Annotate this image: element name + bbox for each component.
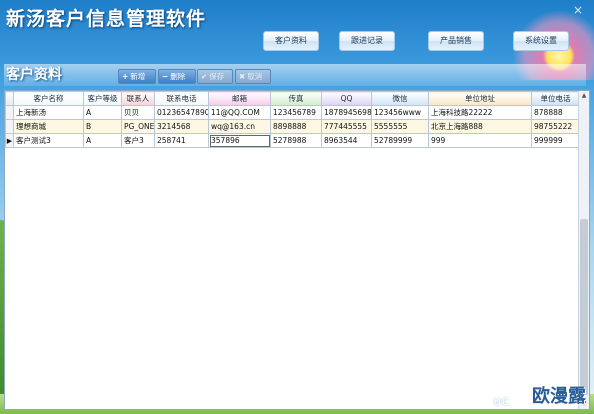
- app-title: 新汤客户信息管理软件: [6, 8, 207, 30]
- table-row[interactable]: 理想商城 B PG_ONE 3214568 wq@163.cn 8898888 …: [5, 119, 580, 134]
- check-icon: ✔: [201, 72, 208, 81]
- cell-wechat[interactable]: 52789999: [371, 133, 429, 148]
- close-icon[interactable]: ×: [570, 2, 586, 18]
- watermark-sub: UC: [493, 397, 510, 408]
- cell-company-phone[interactable]: 98755222: [531, 119, 580, 134]
- cancel-button-label: 取消: [247, 72, 263, 81]
- cell-customer-name[interactable]: 上海新汤: [13, 105, 84, 120]
- column-header-customer-name[interactable]: 客户名称: [13, 91, 84, 106]
- cell-contact[interactable]: 客户3: [121, 133, 155, 148]
- cell-qq[interactable]: 8963544: [321, 133, 372, 148]
- vertical-scrollbar[interactable]: ▲ ▼: [578, 91, 589, 409]
- cell-address[interactable]: 上海科技路22222: [428, 105, 532, 120]
- cell-fax[interactable]: 8898888: [270, 119, 322, 134]
- row-header-corner: [5, 91, 14, 106]
- column-header-phone[interactable]: 联系电话: [154, 91, 209, 106]
- cell-email[interactable]: 11@QQ.COM: [208, 105, 271, 120]
- table-header-row: 客户名称 客户等级 联系人 联系电话 邮箱 传真 QQ 微信 单位地址 单位电话: [5, 91, 580, 106]
- column-header-contact[interactable]: 联系人: [121, 91, 155, 106]
- cell-customer-name[interactable]: 理想商城: [13, 119, 84, 134]
- cancel-button[interactable]: ✖ 取消: [235, 69, 271, 84]
- cell-contact[interactable]: PG_ONE: [121, 119, 155, 134]
- column-header-fax[interactable]: 传真: [270, 91, 322, 106]
- cell-email-selected[interactable]: 357896: [208, 133, 271, 148]
- column-header-customer-level[interactable]: 客户等级: [83, 91, 122, 106]
- save-button[interactable]: ✔ 保存: [197, 69, 233, 84]
- cell-phone[interactable]: 01236547890: [154, 105, 209, 120]
- row-marker[interactable]: [5, 105, 14, 120]
- table-row[interactable]: 上海新汤 A 贝贝 01236547890 11@QQ.COM 12345678…: [5, 105, 580, 120]
- cell-fax[interactable]: 123456789: [270, 105, 322, 120]
- cell-wechat[interactable]: 5555555: [371, 119, 429, 134]
- current-row-arrow-icon[interactable]: ▶: [5, 133, 14, 148]
- column-header-address[interactable]: 单位地址: [428, 91, 532, 106]
- watermark-logo: 欧漫露: [532, 386, 586, 407]
- top-navigation: 客户资料 跟进记录 产品销售 系统设置: [0, 31, 594, 53]
- cell-phone[interactable]: 258741: [154, 133, 209, 148]
- cell-email[interactable]: wq@163.cn: [208, 119, 271, 134]
- cell-contact[interactable]: 贝贝: [121, 105, 155, 120]
- row-marker[interactable]: [5, 119, 14, 134]
- cell-customer-level[interactable]: B: [83, 119, 122, 134]
- delete-button[interactable]: − 删除: [158, 69, 196, 84]
- cell-qq[interactable]: 777445555: [321, 119, 372, 134]
- section-title: 客户资料: [6, 67, 62, 83]
- cell-wechat[interactable]: 123456www: [371, 105, 429, 120]
- x-icon: ✖: [239, 72, 246, 81]
- nav-system-settings-button[interactable]: 系统设置: [513, 31, 569, 51]
- cell-address[interactable]: 999: [428, 133, 532, 148]
- cell-address[interactable]: 北京上海路888: [428, 119, 532, 134]
- add-button[interactable]: + 新增: [118, 69, 156, 84]
- scroll-up-icon[interactable]: ▲: [579, 91, 589, 101]
- column-header-wechat[interactable]: 微信: [371, 91, 429, 106]
- customer-grid: 客户名称 客户等级 联系人 联系电话 邮箱 传真 QQ 微信 单位地址 单位电话…: [4, 90, 590, 410]
- cell-customer-level[interactable]: A: [83, 105, 122, 120]
- nav-follow-up-button[interactable]: 跟进记录: [339, 31, 395, 51]
- delete-button-label: 删除: [170, 72, 186, 81]
- plus-icon: +: [122, 72, 129, 81]
- cell-phone[interactable]: 3214568: [154, 119, 209, 134]
- nav-customer-info-button[interactable]: 客户资料: [263, 31, 319, 51]
- column-header-email[interactable]: 邮箱: [208, 91, 271, 106]
- column-header-company-phone[interactable]: 单位电话: [531, 91, 580, 106]
- save-button-label: 保存: [209, 72, 225, 81]
- cell-customer-name[interactable]: 客户测试3: [13, 133, 84, 148]
- section-header-bar: [4, 64, 586, 86]
- cell-fax[interactable]: 5278988: [270, 133, 322, 148]
- scrollbar-thumb[interactable]: [580, 219, 588, 395]
- customer-table: 客户名称 客户等级 联系人 联系电话 邮箱 传真 QQ 微信 单位地址 单位电话…: [5, 91, 580, 148]
- add-button-label: 新增: [130, 72, 146, 81]
- column-header-qq[interactable]: QQ: [321, 91, 372, 106]
- minus-icon: −: [162, 72, 169, 81]
- cell-customer-level[interactable]: A: [83, 133, 122, 148]
- table-row-current[interactable]: ▶ 客户测试3 A 客户3 258741 357896 5278988 8963…: [5, 133, 580, 148]
- cell-qq[interactable]: 1878945698: [321, 105, 372, 120]
- cell-company-phone[interactable]: 999999: [531, 133, 580, 148]
- nav-product-sales-button[interactable]: 产品销售: [428, 31, 484, 51]
- cell-company-phone[interactable]: 878888: [531, 105, 580, 120]
